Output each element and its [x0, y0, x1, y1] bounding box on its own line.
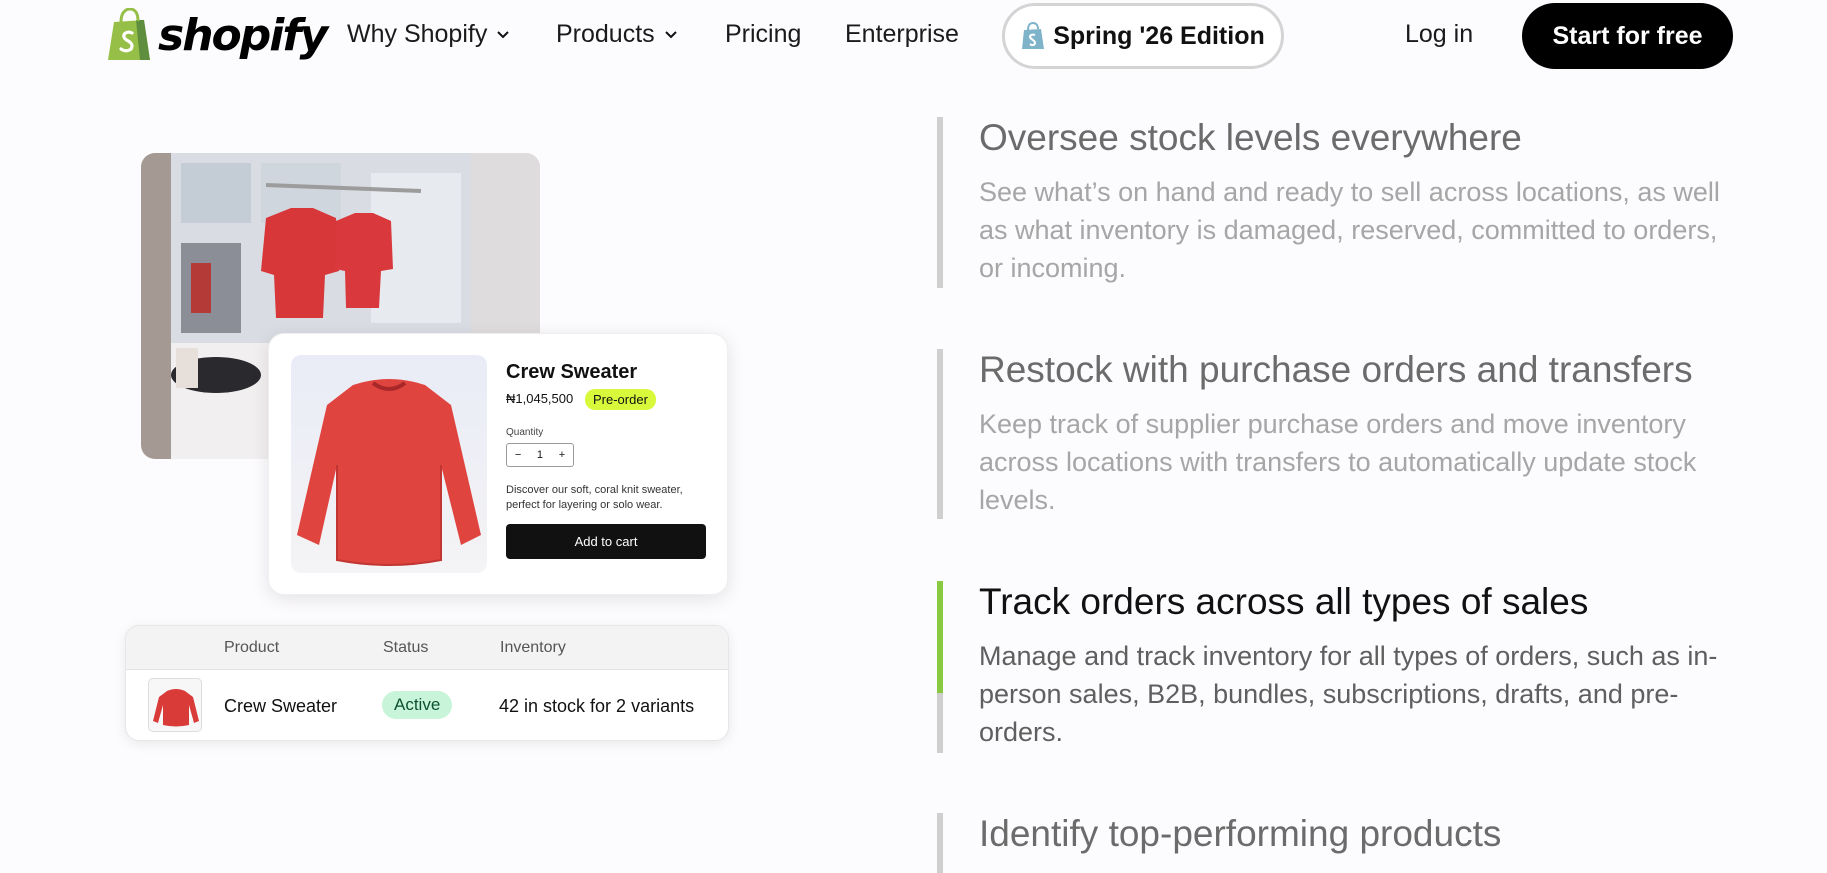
feature-progress-fill	[937, 581, 943, 693]
nav-pricing-label: Pricing	[725, 20, 802, 48]
product-title: Crew Sweater	[506, 361, 638, 383]
quantity-label: Quantity	[506, 427, 544, 438]
increment-button[interactable]: +	[559, 449, 565, 461]
chevron-down-icon	[497, 30, 510, 38]
nav-enterprise-label: Enterprise	[845, 20, 959, 48]
table-header: Product Status Inventory	[126, 626, 728, 670]
quantity-value: 1	[536, 449, 544, 461]
feature-oversee-stock[interactable]: Oversee stock levels everywhere See what…	[937, 117, 1737, 288]
feature-title: Oversee stock levels everywhere	[979, 117, 1522, 158]
feature-progress-bar	[937, 813, 943, 873]
feature-body: Keep track of supplier purchase orders a…	[979, 409, 1697, 515]
column-header-status: Status	[383, 639, 429, 656]
status-badge: Active	[382, 691, 453, 719]
feature-title: Identify top-performing products	[979, 813, 1502, 854]
add-to-cart-button[interactable]: Add to cart	[506, 524, 706, 559]
feature-top-products[interactable]: Identify top-performing products	[937, 813, 1737, 873]
nav-enterprise[interactable]: Enterprise	[845, 20, 959, 49]
feature-track-orders[interactable]: Track orders across all types of sales M…	[937, 581, 1737, 753]
sweater-illustration	[297, 379, 481, 566]
row-product-name: Crew Sweater	[224, 696, 338, 716]
product-price: ₦1,045,500	[506, 391, 574, 406]
feature-body: See what’s on hand and ready to sell acr…	[979, 177, 1720, 283]
feature-progress-bar	[937, 117, 943, 288]
sweater-thumb-icon	[153, 689, 199, 727]
decrement-button[interactable]: −	[515, 449, 521, 461]
shopping-bag-icon	[108, 8, 150, 60]
preorder-badge: Pre-order	[585, 389, 656, 410]
nav-pricing[interactable]: Pricing	[725, 20, 801, 49]
shopify-logo[interactable]: shopify	[106, 8, 328, 62]
column-header-product: Product	[224, 639, 280, 656]
start-for-free-button[interactable]: Start for free	[1522, 3, 1733, 69]
brand-wordmark: shopify	[158, 9, 328, 61]
edition-label: Spring '26 Edition	[1053, 21, 1265, 50]
product-card: Crew Sweater ₦1,045,500 Pre-order Quanti…	[268, 333, 728, 595]
nav-products[interactable]: Products	[556, 20, 679, 49]
product-thumbnail	[148, 678, 202, 732]
edition-bag-icon	[1022, 22, 1045, 49]
feature-restock[interactable]: Restock with purchase orders and transfe…	[937, 349, 1737, 519]
top-nav: shopify Why Shopify Products Pricing Ent…	[0, 0, 1827, 72]
column-header-inventory: Inventory	[500, 639, 566, 656]
nav-why-shopify-label: Why Shopify	[347, 20, 488, 48]
feature-title: Restock with purchase orders and transfe…	[979, 349, 1693, 390]
nav-products-label: Products	[556, 20, 655, 48]
edition-button[interactable]: Spring '26 Edition	[1002, 3, 1284, 69]
feature-progress-bar	[937, 349, 943, 519]
product-image	[291, 355, 487, 573]
feature-body: Manage and track inventory for all types…	[979, 641, 1718, 747]
login-link[interactable]: Log in	[1405, 20, 1473, 49]
table-row[interactable]: Crew Sweater Active 42 in stock for 2 va…	[126, 670, 728, 740]
chevron-down-icon	[664, 30, 677, 38]
inventory-table: Product Status Inventory Crew Sweater Ac…	[125, 625, 729, 741]
row-inventory: 42 in stock for 2 variants	[499, 696, 695, 716]
quantity-stepper[interactable]: − 1 +	[506, 443, 574, 467]
nav-why-shopify[interactable]: Why Shopify	[347, 20, 511, 49]
product-description: Discover our soft, coral knit sweater, p…	[506, 484, 683, 511]
feature-title: Track orders across all types of sales	[979, 581, 1589, 622]
